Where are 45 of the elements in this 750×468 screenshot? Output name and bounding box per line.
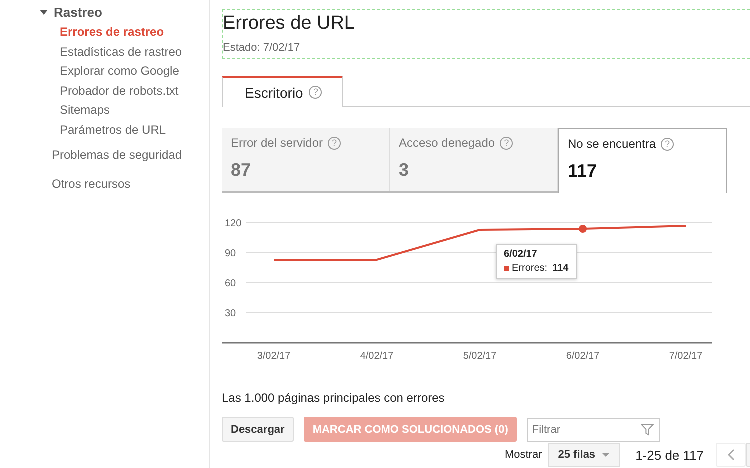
help-icon[interactable]: ? xyxy=(309,86,322,99)
chevron-left-icon xyxy=(728,449,734,461)
section-toggle[interactable]: Rastreo xyxy=(0,4,209,20)
stat-card[interactable]: No se encuentra ? 117 xyxy=(558,128,727,193)
x-tick-label: 3/02/17 xyxy=(257,351,291,362)
data-point[interactable] xyxy=(579,225,587,233)
card-label: Acceso denegado xyxy=(399,136,496,150)
x-tick-label: 4/02/17 xyxy=(360,351,394,362)
legend-swatch xyxy=(504,266,509,271)
x-tick-label: 5/02/17 xyxy=(463,351,497,362)
x-tick-label: 7/02/17 xyxy=(669,351,703,362)
range-text: 1-25 de 117 xyxy=(636,448,704,462)
rows-dropdown[interactable]: 25 filas xyxy=(548,443,620,467)
stat-card[interactable]: Error del servidor ? 87 xyxy=(222,128,390,191)
sidebar-item[interactable]: Estadísticas de rastreo xyxy=(0,42,209,62)
sidebar-item[interactable]: Parámetros de URL xyxy=(0,120,209,141)
y-tick-label: 30 xyxy=(225,308,236,320)
y-tick-label: 90 xyxy=(225,248,236,260)
status-text: Estado: 7/02/17 xyxy=(223,42,302,54)
filter-field[interactable]: Filtrar xyxy=(527,418,660,442)
sidebar-item[interactable]: Sitemaps xyxy=(0,101,209,121)
table-heading: Las 1.000 páginas principales con errores xyxy=(222,391,446,405)
tooltip-label: Errores: xyxy=(512,263,548,274)
sidebar-item[interactable]: Otros recursos xyxy=(0,176,209,192)
sidebar-item[interactable]: Errores de rastreo xyxy=(0,23,209,43)
caret-icon xyxy=(40,10,48,14)
y-tick-label: 120 xyxy=(225,218,242,230)
tooltip-value: 114 xyxy=(552,263,569,274)
stat-card[interactable]: Acceso denegado ? 3 xyxy=(390,128,558,191)
filter-icon xyxy=(641,424,654,436)
caret-icon xyxy=(602,453,610,457)
help-icon[interactable]: ? xyxy=(661,138,674,150)
sidebar-item[interactable]: Explorar como Google xyxy=(0,62,209,82)
sidebar-item[interactable]: Probador de robots.txt xyxy=(0,82,209,102)
download-button[interactable]: Descargar xyxy=(222,417,294,442)
card-label: No se encuentra xyxy=(568,137,656,151)
tab[interactable]: Escritorio ? xyxy=(222,76,344,107)
previous-button[interactable] xyxy=(716,443,746,467)
tooltip-title: 6/02/17 xyxy=(504,249,538,260)
show-label: Mostrar xyxy=(504,449,542,461)
y-tick-label: 60 xyxy=(225,278,236,290)
card-label: Error del servidor xyxy=(231,136,324,150)
x-tick-label: 6/02/17 xyxy=(566,351,600,362)
sidebar-item[interactable]: Problemas de seguridad xyxy=(0,146,209,163)
page-title: Errores de URL xyxy=(223,12,356,36)
